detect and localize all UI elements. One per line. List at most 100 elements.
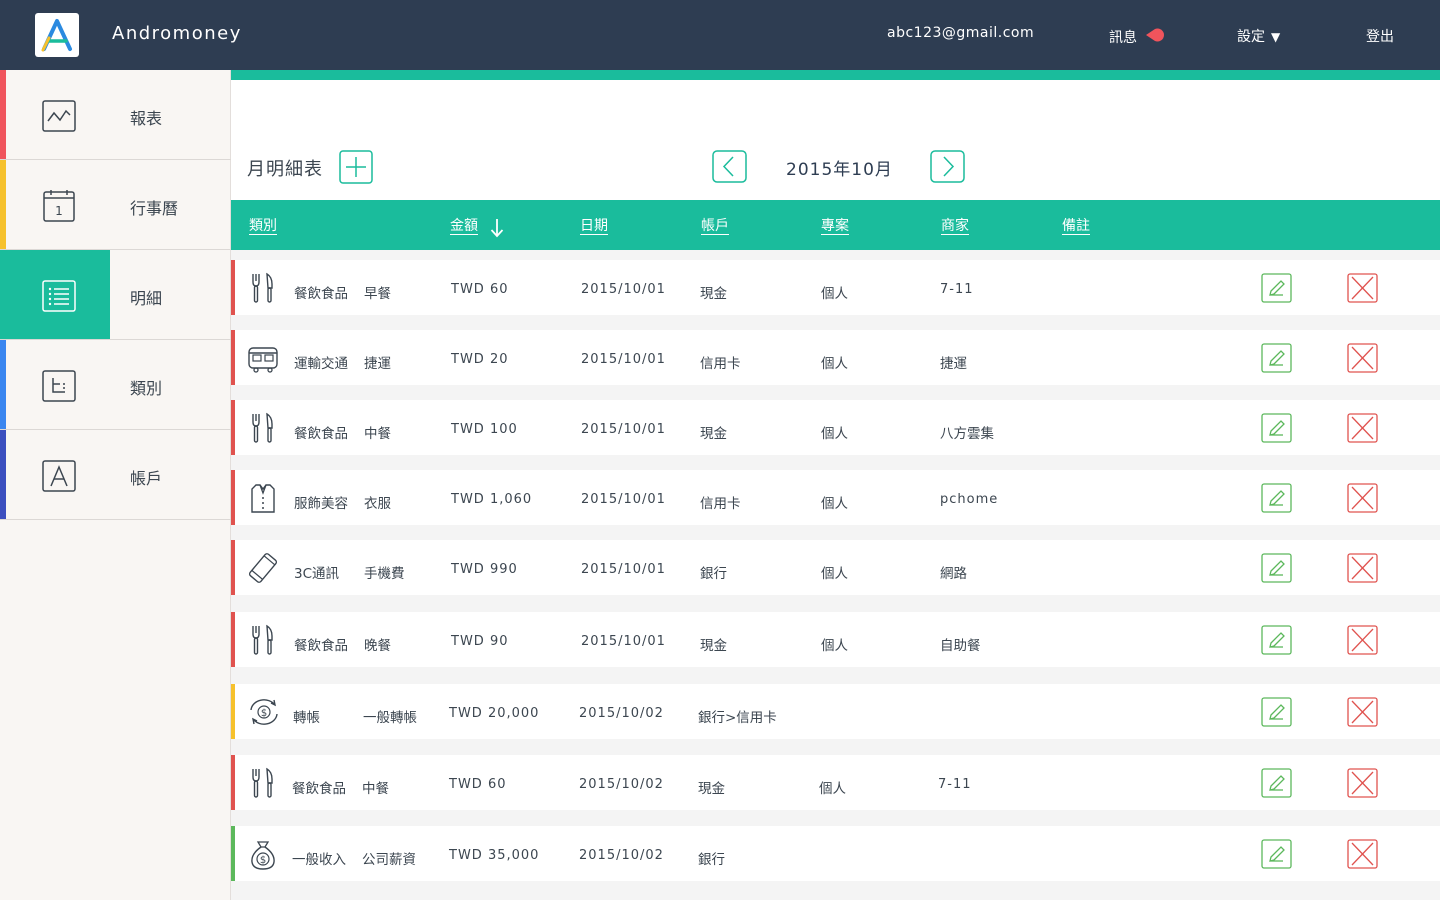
shirt-icon xyxy=(251,484,275,513)
row-date: 2015/10/02 xyxy=(579,848,664,863)
row-account: 銀行>信用卡 xyxy=(698,710,777,726)
fork-knife-icon xyxy=(252,412,273,443)
column-header-category[interactable]: 類別 xyxy=(249,215,277,235)
next-month-button[interactable] xyxy=(930,150,965,187)
row-amount: TWD 35,000 xyxy=(449,848,540,863)
row-category: 運輸交通 xyxy=(294,356,348,372)
row-account: 信用卡 xyxy=(700,496,741,512)
row-stripe xyxy=(231,540,235,595)
table-row[interactable]: 餐飲食品 中餐 TWD 100 2015/10/01 現金 個人 八方雲集 xyxy=(231,400,1440,455)
table-row[interactable]: $ 轉帳 一般轉帳 TWD 20,000 2015/10/02 銀行>信用卡 xyxy=(231,684,1440,739)
table-row[interactable]: 餐飲食品 中餐 TWD 60 2015/10/02 現金 個人 7-11 xyxy=(231,755,1440,810)
delete-icon[interactable] xyxy=(1347,343,1378,373)
plus-icon xyxy=(339,150,373,184)
notification-badge-icon xyxy=(1143,26,1167,48)
row-amount: TWD 90 xyxy=(451,634,509,649)
sidebar-item-reports[interactable]: 報表 xyxy=(0,70,231,160)
sidebar-item-details[interactable]: 明細 xyxy=(0,250,231,340)
top-header: Andromoney abc123@gmail.com 訊息 設定 ▼ 登出 xyxy=(0,0,1440,70)
edit-icon[interactable] xyxy=(1261,343,1292,373)
row-category: 3C通訊 xyxy=(294,566,340,582)
row-date: 2015/10/01 xyxy=(581,634,666,649)
sidebar: 報表 1 行事曆 明細 類別 帳戶 xyxy=(0,70,231,900)
sidebar-item-accounts[interactable]: 帳戶 xyxy=(0,430,231,520)
delete-icon[interactable] xyxy=(1347,413,1378,443)
sidebar-item-calendar[interactable]: 1 行事曆 xyxy=(0,160,231,250)
delete-icon[interactable] xyxy=(1347,839,1378,869)
list-icon xyxy=(42,280,76,312)
chart-icon xyxy=(42,100,76,132)
edit-icon[interactable] xyxy=(1261,768,1292,798)
delete-icon[interactable] xyxy=(1347,768,1378,798)
category-icon xyxy=(42,370,76,402)
money-bag-icon: $ xyxy=(251,841,275,870)
sidebar-item-label: 行事曆 xyxy=(130,199,179,218)
sidebar-item-categories[interactable]: 類別 xyxy=(0,340,231,430)
table-row[interactable]: 運輸交通 捷運 TWD 20 2015/10/01 信用卡 個人 捷運 xyxy=(231,330,1440,385)
row-amount: TWD 20,000 xyxy=(449,706,540,721)
sidebar-stripe xyxy=(0,70,6,159)
row-account: 銀行 xyxy=(698,852,725,868)
sort-down-icon[interactable] xyxy=(490,218,504,238)
settings-dropdown[interactable]: 設定 ▼ xyxy=(1237,26,1280,46)
column-header-project[interactable]: 專案 xyxy=(821,215,849,235)
sidebar-item-label: 帳戶 xyxy=(130,469,163,488)
logout-link[interactable]: 登出 xyxy=(1366,26,1394,46)
row-category: 餐飲食品 xyxy=(294,426,348,442)
row-project: 個人 xyxy=(821,426,848,442)
table-row[interactable]: 餐飲食品 早餐 TWD 60 2015/10/01 現金 個人 7-11 xyxy=(231,260,1440,315)
edit-icon[interactable] xyxy=(1261,625,1292,655)
sidebar-stripe xyxy=(0,430,6,519)
edit-icon[interactable] xyxy=(1261,839,1292,869)
chevron-left-icon xyxy=(712,150,747,183)
row-date: 2015/10/01 xyxy=(581,282,666,297)
edit-icon[interactable] xyxy=(1261,413,1292,443)
row-category: 餐飲食品 xyxy=(294,286,348,302)
row-subcategory: 中餐 xyxy=(362,781,389,797)
delete-icon[interactable] xyxy=(1347,625,1378,655)
column-header-merchant[interactable]: 商家 xyxy=(941,215,969,235)
row-category: 餐飲食品 xyxy=(294,638,348,654)
row-stripe xyxy=(231,400,235,455)
sidebar-stripe xyxy=(0,340,6,429)
row-stripe xyxy=(231,330,235,385)
column-header-date[interactable]: 日期 xyxy=(580,215,608,235)
app-logo[interactable] xyxy=(35,13,79,57)
row-merchant: pchome xyxy=(940,492,999,507)
delete-icon[interactable] xyxy=(1347,697,1378,727)
row-merchant: 網路 xyxy=(940,566,967,582)
column-header-account[interactable]: 帳戶 xyxy=(701,215,729,235)
edit-icon[interactable] xyxy=(1261,273,1292,303)
add-record-button[interactable] xyxy=(339,150,373,188)
chevron-right-icon xyxy=(930,150,965,183)
bus-icon xyxy=(248,347,278,373)
row-account: 現金 xyxy=(700,638,727,654)
row-project: 個人 xyxy=(821,566,848,582)
delete-icon[interactable] xyxy=(1347,553,1378,583)
fork-knife-icon xyxy=(252,767,273,798)
table-row[interactable]: 服飾美容 衣服 TWD 1,060 2015/10/01 信用卡 個人 pcho… xyxy=(231,470,1440,525)
row-merchant: 7-11 xyxy=(938,777,972,792)
messages-label: 訊息 xyxy=(1109,30,1137,46)
delete-icon[interactable] xyxy=(1347,273,1378,303)
column-header-note[interactable]: 備註 xyxy=(1062,215,1090,235)
prev-month-button[interactable] xyxy=(712,150,747,187)
delete-icon[interactable] xyxy=(1347,483,1378,513)
fork-knife-icon xyxy=(252,624,273,655)
table-row[interactable]: $ 一般收入 公司薪資 TWD 35,000 2015/10/02 銀行 xyxy=(231,826,1440,881)
row-merchant: 7-11 xyxy=(940,282,974,297)
column-header-amount[interactable]: 金額 xyxy=(450,215,478,235)
table-row[interactable]: 餐飲食品 晚餐 TWD 90 2015/10/01 現金 個人 自助餐 xyxy=(231,612,1440,667)
sidebar-item-label: 類別 xyxy=(130,379,163,398)
table-row[interactable]: 3C通訊 手機費 TWD 990 2015/10/01 銀行 個人 網路 xyxy=(231,540,1440,595)
row-subcategory: 中餐 xyxy=(364,426,391,442)
messages-link[interactable]: 訊息 xyxy=(1109,26,1167,48)
edit-icon[interactable] xyxy=(1261,483,1292,513)
edit-icon[interactable] xyxy=(1261,697,1292,727)
row-category: 餐飲食品 xyxy=(292,781,346,797)
row-amount: TWD 60 xyxy=(449,777,507,792)
edit-icon[interactable] xyxy=(1261,553,1292,583)
svg-text:$: $ xyxy=(261,708,267,719)
row-project: 個人 xyxy=(821,638,848,654)
row-stripe xyxy=(231,612,235,667)
